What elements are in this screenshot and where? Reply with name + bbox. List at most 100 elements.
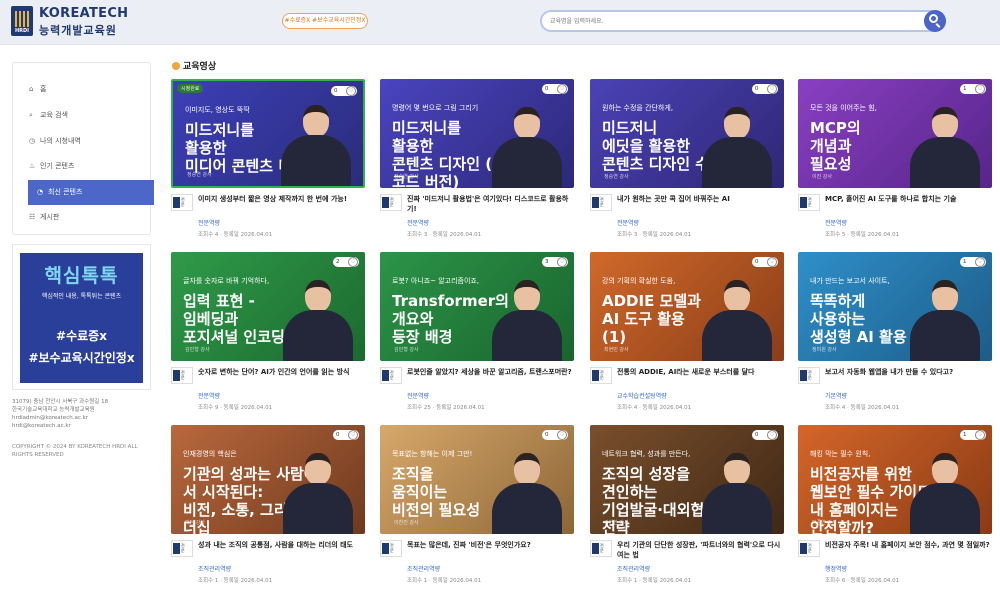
- like-count[interactable]: 1 ♡: [960, 430, 986, 440]
- video-category[interactable]: 전문역량: [198, 218, 220, 227]
- video-card[interactable]: 명령어 몇 번으로 그림 그리기미드저니를 활용한 콘텐츠 디자인 (디스코드 …: [380, 79, 574, 239]
- heart-icon[interactable]: ♡: [346, 86, 356, 96]
- video-category[interactable]: 행정역량: [825, 564, 847, 573]
- sidebar-item-history[interactable]: ◷ 나의 시청내역: [29, 134, 152, 148]
- video-thumbnail[interactable]: 내가 만드는 보고서 사이트, 똑똑하게 사용하는 생성형 AI 활용 정미원 강사…: [798, 252, 992, 361]
- video-title[interactable]: 내가 원하는 곳만 콕 집어 바꿔주는 AI: [617, 194, 784, 204]
- like-count[interactable]: 0 ♡: [752, 84, 778, 94]
- like-count[interactable]: 0 ♡: [542, 430, 568, 440]
- video-thumbnail[interactable]: 네트워크 협력, 성과를 만든다, 조직의 성장을 견인하는 기업발굴·대외협력 …: [590, 425, 784, 534]
- instructor-figure: [910, 103, 980, 188]
- video-card[interactable]: 강의 기획의 확실한 도움, ADDIE 모델과 AI 도구 활용 (1) 최현민 …: [590, 252, 784, 412]
- like-count[interactable]: 0 ♡: [331, 86, 357, 96]
- heart-icon[interactable]: ♡: [557, 430, 567, 440]
- heart-icon[interactable]: ♡: [767, 430, 777, 440]
- video-meta: 조회수 1 · 등록일 2026.04.01: [198, 578, 273, 584]
- video-category[interactable]: 교수학습컨설팅역량: [617, 391, 667, 400]
- search-input[interactable]: [550, 15, 920, 28]
- heart-icon[interactable]: ♡: [348, 257, 358, 267]
- like-count[interactable]: 2 ♡: [333, 257, 359, 267]
- heart-icon[interactable]: ♡: [348, 430, 358, 440]
- video-card[interactable]: 인재경영의 핵심은 기관의 성과는 사람에서 시작된다: 비전, 소통, 그리고 …: [171, 425, 365, 585]
- video-card[interactable]: 로봇? 아니죠~ 알고리즘이죠, Transformer의 개요와 등장 배경 김민…: [380, 252, 574, 412]
- video-title[interactable]: 전통의 ADDIE, AI라는 새로운 부스터를 달다: [617, 367, 784, 377]
- like-count-value: 0: [336, 432, 340, 438]
- video-meta: 조회수 6 · 등록일 2026.04.01: [825, 578, 900, 584]
- video-category[interactable]: 전문역량: [825, 218, 847, 227]
- video-card[interactable]: 내가 만드는 보고서 사이트, 똑똑하게 사용하는 생성형 AI 활용 정미원 강사…: [798, 252, 992, 412]
- video-title[interactable]: 우리 기관의 단단한 성장판, '파트너와의 협력'으로 다시 여는 법: [617, 540, 784, 560]
- heart-icon[interactable]: ♡: [975, 84, 985, 94]
- video-thumbnail[interactable]: 명령어 몇 번으로 그림 그리기미드저니를 활용한 콘텐츠 디자인 (디스코드 …: [380, 79, 574, 188]
- heart-icon[interactable]: ♡: [557, 84, 567, 94]
- video-card[interactable]: 원하는 수정을 간단하게,미드저니 에딧을 활용한 콘텐츠 디자인 수정정승연 …: [590, 79, 784, 239]
- sidebar-item-search[interactable]: ⌕ 교육 검색: [29, 108, 152, 122]
- video-thumbnail[interactable]: 원하는 수정을 간단하게,미드저니 에딧을 활용한 콘텐츠 디자인 수정정승연 …: [590, 79, 784, 188]
- sidebar-item-board[interactable]: ☷ 게시판: [29, 210, 152, 224]
- video-card[interactable]: 네트워크 협력, 성과를 만든다, 조직의 성장을 견인하는 기업발굴·대외협력 …: [590, 425, 784, 585]
- video-title[interactable]: MCP, 흩어진 AI 도구를 하나로 합치는 기술: [825, 194, 992, 204]
- video-title[interactable]: 숫자로 변하는 단어? AI가 인간의 언어를 읽는 방식: [198, 367, 365, 377]
- instructor-name: 이진 강사: [812, 174, 832, 180]
- sidebar-item-popular[interactable]: ♨ 인기 콘텐츠: [29, 159, 152, 173]
- hashtag-pill[interactable]: #수료증X #보수교육시간인정X: [282, 13, 368, 29]
- promo-banner[interactable]: 핵심톡톡 핵심적인 내용, 톡톡튀는 콘텐츠 #수료증x #보수교육시간인정x: [12, 244, 151, 390]
- video-category[interactable]: 전문역량: [617, 218, 639, 227]
- section-title: 교육영상: [172, 59, 216, 72]
- brand-name[interactable]: KOREATECH: [39, 6, 128, 21]
- video-category[interactable]: 전문역량: [407, 391, 429, 400]
- video-card[interactable]: 목표없는 항해는 이제 그만! 조직을 움직이는 비전의 필요성 이찬진 강사 0 ♡ 전…: [380, 425, 574, 585]
- video-meta: 조회수 4 · 등록일 2026.04.01: [617, 405, 692, 411]
- video-category[interactable]: 조직관리역량: [617, 564, 650, 573]
- video-thumbnail[interactable]: 시청완료이미지도, 영상도 뚝딱미드저니를 활용한 미디어 콘텐츠 디자인정승연…: [171, 79, 365, 188]
- video-thumbnail[interactable]: 인재경영의 핵심은 기관의 성과는 사람에서 시작된다: 비전, 소통, 그리고 …: [171, 425, 365, 534]
- video-title[interactable]: 목표는 많은데, 진짜 '비전'은 무엇인가요?: [407, 540, 574, 550]
- video-title[interactable]: 로봇인줄 알았지? 세상을 바꾼 알고리즘, 트랜스포머란?: [407, 367, 574, 377]
- video-title[interactable]: 성과 내는 조직의 공통점, 사람을 대하는 리더의 태도: [198, 540, 365, 550]
- video-category[interactable]: 기본역량: [825, 391, 847, 400]
- board-icon: ☷: [29, 213, 36, 221]
- video-thumbnail[interactable]: 모든 것을 이어주는 힘, MCP의 개념과 필요성 이진 강사 1 ♡: [798, 79, 992, 188]
- heart-icon[interactable]: ♡: [975, 257, 985, 267]
- email-link[interactable]: hrdi@koreatech.ac.kr: [12, 422, 152, 430]
- like-count[interactable]: 0 ♡: [542, 84, 568, 94]
- search-button[interactable]: [924, 10, 946, 32]
- like-count[interactable]: 0 ♡: [752, 430, 778, 440]
- email-link[interactable]: hrdiadmin@koreatech.ac.kr: [12, 414, 152, 422]
- like-count[interactable]: 1 ♡: [960, 257, 986, 267]
- like-count[interactable]: 0 ♡: [752, 257, 778, 267]
- video-title[interactable]: 보고서 자동화 웹앱을 내가 만들 수 있다고?: [825, 367, 992, 377]
- instructor-figure: [281, 101, 351, 186]
- heart-icon[interactable]: ♡: [767, 257, 777, 267]
- video-thumbnail[interactable]: 해킹 막는 필수 원칙, 비전공자를 위한 웹보안 필수 가이드: 내 홈페이지는…: [798, 425, 992, 534]
- video-thumbnail[interactable]: 강의 기획의 확실한 도움, ADDIE 모델과 AI 도구 활용 (1) 최현민 …: [590, 252, 784, 361]
- video-thumbnail[interactable]: 글자를 숫자로 바꿔 기억하다, 입력 표현 - 임베딩과 포지셔널 인코딩 김민형…: [171, 252, 365, 361]
- video-thumbnail[interactable]: 목표없는 항해는 이제 그만! 조직을 움직이는 비전의 필요성 이찬진 강사 0 ♡: [380, 425, 574, 534]
- video-category[interactable]: 전문역량: [198, 391, 220, 400]
- thumbnail-tagline: 내가 만드는 보고서 사이트,: [810, 277, 890, 285]
- thumbnail-tagline: 해킹 막는 필수 원칙,: [810, 450, 871, 458]
- video-card[interactable]: 글자를 숫자로 바꿔 기억하다, 입력 표현 - 임베딩과 포지셔널 인코딩 김민형…: [171, 252, 365, 412]
- like-count[interactable]: 0 ♡: [333, 430, 359, 440]
- video-category[interactable]: 조직관리역량: [198, 564, 231, 573]
- video-card[interactable]: 모든 것을 이어주는 힘, MCP의 개념과 필요성 이진 강사 1 ♡ 전 문 MCP, 흩…: [798, 79, 992, 239]
- koreatech-logo-icon[interactable]: HRDI: [11, 6, 33, 36]
- video-title[interactable]: 진짜 '미드저니 활용법'은 여기있다! 디스코드로 활용하기!: [407, 194, 574, 214]
- sidebar-item-home[interactable]: ⌂ 홈: [29, 82, 152, 96]
- video-category[interactable]: 전문역량: [407, 218, 429, 227]
- heart-icon[interactable]: ♡: [557, 257, 567, 267]
- thumbnail-tagline: 로봇? 아니죠~ 알고리즘이죠,: [392, 277, 480, 285]
- heart-icon[interactable]: ♡: [767, 84, 777, 94]
- video-title[interactable]: 비전공자 주목! 내 홈페이지 보안 점수, 과연 몇 점일까?: [825, 540, 992, 550]
- video-title[interactable]: 이미지 생성부터 짧은 영상 제작까지 한 번에 가능!: [198, 194, 365, 204]
- hrdi-mini-logo-icon: 전문: [590, 194, 612, 211]
- heart-icon[interactable]: ♡: [975, 430, 985, 440]
- sidebar-item-latest[interactable]: ◔ 최신 콘텐츠: [28, 180, 154, 205]
- like-count[interactable]: 3 ♡: [542, 257, 568, 267]
- like-count[interactable]: 1 ♡: [960, 84, 986, 94]
- video-thumbnail[interactable]: 로봇? 아니죠~ 알고리즘이죠, Transformer의 개요와 등장 배경 김민…: [380, 252, 574, 361]
- like-count-value: 0: [755, 432, 759, 438]
- video-category[interactable]: 조직관리역량: [407, 564, 440, 573]
- video-card[interactable]: 해킹 막는 필수 원칙, 비전공자를 위한 웹보안 필수 가이드: 내 홈페이지는…: [798, 425, 992, 585]
- video-card[interactable]: 시청완료이미지도, 영상도 뚝딱미드저니를 활용한 미디어 콘텐츠 디자인정승연…: [171, 79, 365, 239]
